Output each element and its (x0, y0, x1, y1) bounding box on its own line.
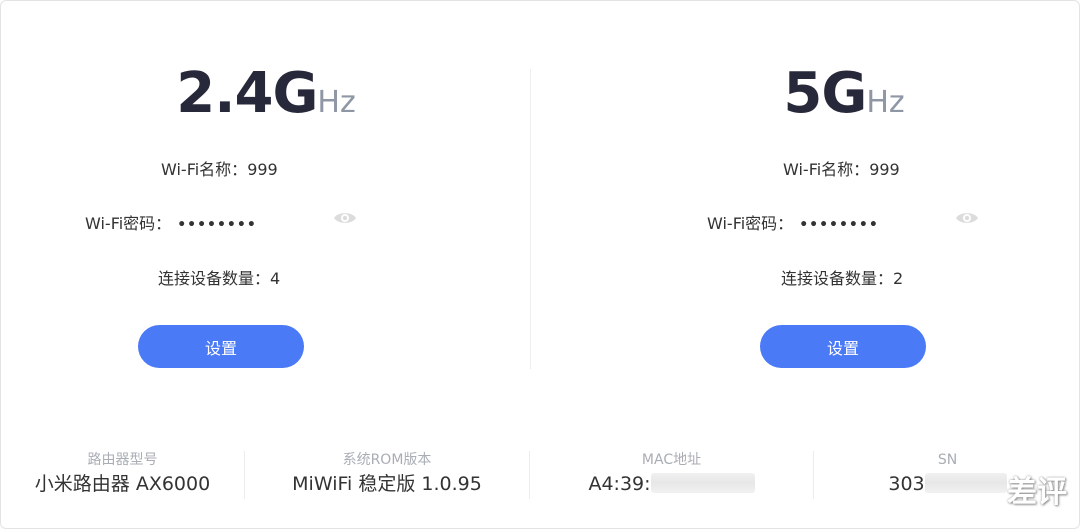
wifi-password-row: Wi-Fi密码： •••••••• (85, 210, 257, 234)
router-status-panel: 2.4GHz Wi-Fi名称：999 Wi-Fi密码： •••••••• 连接设备… (0, 0, 1080, 529)
frequency-unit: Hz (317, 85, 356, 120)
router-model-info: 路由器型号 小米路由器 AX6000 (1, 449, 244, 501)
serial-number-text: 303 (888, 473, 925, 495)
device-count-value: 4 (270, 269, 281, 288)
rom-version-label: 系统ROM版本 (342, 452, 432, 468)
device-count-row: 连接设备数量：2 (781, 265, 903, 289)
wifi-name-value: 999 (247, 160, 278, 179)
frequency-number: 2.4G (176, 61, 318, 126)
wifi-password-row: Wi-Fi密码： •••••••• (707, 210, 879, 234)
wifi-name-label: Wi-Fi名称： (783, 160, 870, 179)
wifi-name-value: 999 (869, 160, 900, 179)
frequency-unit: Hz (866, 85, 905, 120)
wifi-password-value: •••••••• (177, 217, 257, 233)
redaction-blur (924, 473, 1007, 493)
router-model-label: 路由器型号 (87, 452, 158, 468)
rom-version-value: MiWiFi 稳定版 1.0.95 (292, 473, 482, 495)
mac-address-info: MAC地址 A4:39: (530, 449, 813, 501)
eye-icon[interactable] (333, 210, 357, 226)
mac-address-label: MAC地址 (641, 452, 702, 468)
mac-address-text: A4:39: (588, 473, 651, 495)
device-count-label: 连接设备数量： (781, 269, 894, 288)
wifi-name-row: Wi-Fi名称：999 (783, 156, 900, 180)
rom-version-info: 系统ROM版本 MiWiFi 稳定版 1.0.95 (245, 449, 529, 501)
watermark: 差评 (1007, 475, 1067, 510)
settings-button[interactable]: 设置 (760, 325, 926, 368)
band-frequency: 5GHz (579, 61, 1080, 126)
wifi-name-label: Wi-Fi名称： (161, 160, 248, 179)
wifi-password-label: Wi-Fi密码： (707, 214, 794, 233)
wifi-name-row: Wi-Fi名称：999 (161, 156, 278, 180)
wifi-password-label: Wi-Fi密码： (85, 214, 172, 233)
device-count-label: 连接设备数量： (158, 269, 271, 288)
band-frequency: 2.4GHz (1, 61, 531, 126)
mac-address-value: A4:39: (530, 471, 813, 497)
band-5ghz: 5GHz Wi-Fi名称：999 Wi-Fi密码： •••••••• 连接设备数量… (531, 1, 1061, 421)
device-count-value: 2 (893, 269, 904, 288)
redaction-blur (650, 473, 755, 493)
wifi-password-value: •••••••• (799, 217, 879, 233)
settings-button[interactable]: 设置 (138, 325, 304, 368)
router-model-value: 小米路由器 AX6000 (34, 473, 211, 495)
band-2-4ghz: 2.4GHz Wi-Fi名称：999 Wi-Fi密码： •••••••• 连接设备… (1, 1, 531, 421)
frequency-number: 5G (783, 61, 867, 126)
device-count-row: 连接设备数量：4 (158, 265, 280, 289)
eye-icon[interactable] (955, 210, 979, 226)
